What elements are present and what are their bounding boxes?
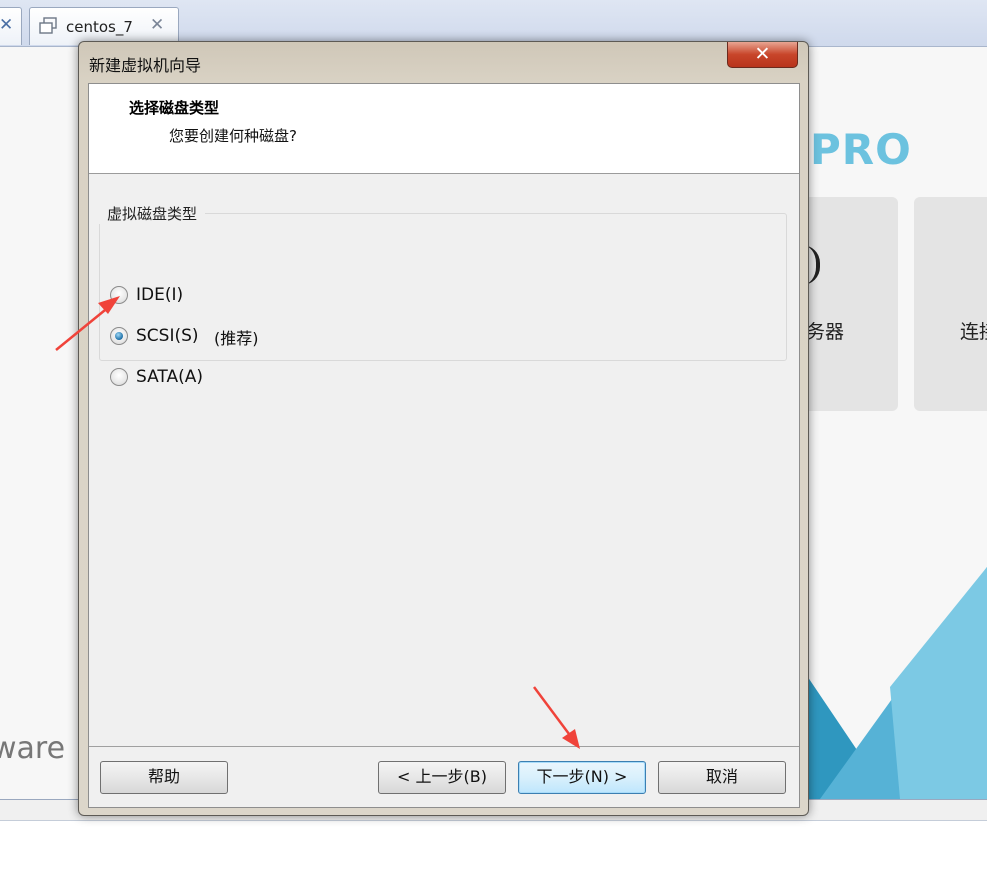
radio-label[interactable]: IDE(I) (136, 285, 183, 305)
desktop: ✕ centos_7 ✕ PRO 务器 连接 ware (0, 0, 987, 872)
page-title: 选择磁盘类型 (129, 99, 220, 117)
vm-icon (38, 17, 58, 35)
home-card-connect[interactable]: 连接 (914, 197, 987, 411)
dialog-title: 新建虚拟机向导 (89, 56, 202, 75)
home-card-label: 连接 (960, 321, 987, 343)
close-icon[interactable]: ✕ (0, 15, 13, 35)
radio-label[interactable]: SATA(A) (136, 367, 203, 387)
pro-logo: PRO (810, 125, 912, 174)
close-icon: ✕ (754, 43, 771, 65)
footer-divider (89, 746, 799, 747)
help-button[interactable]: 帮助 (100, 761, 228, 794)
radio-button[interactable] (110, 286, 128, 304)
close-button[interactable]: ✕ (727, 42, 798, 68)
app-tab-bar: ✕ centos_7 ✕ (0, 0, 987, 47)
tab-label: centos_7 (66, 18, 133, 36)
dialog-client-area: 选择磁盘类型 您要创建何种磁盘? 虚拟磁盘类型 IDE(I) SCSI(S) (… (88, 83, 800, 808)
home-card-label: 务器 (806, 321, 845, 343)
group-title: 虚拟磁盘类型 (99, 203, 206, 224)
new-vm-wizard-dialog: 新建虚拟机向导 ✕ 选择磁盘类型 您要创建何种磁盘? 虚拟磁盘类型 IDE(I)… (78, 41, 809, 816)
page-subtitle: 您要创建何种磁盘? (169, 127, 297, 145)
radio-label[interactable]: SCSI(S) (136, 326, 199, 346)
app-tab-centos[interactable]: centos_7 ✕ (29, 7, 179, 45)
recommended-note: (推荐) (214, 329, 259, 348)
cancel-button[interactable]: 取消 (658, 761, 786, 794)
radio-button-selected[interactable] (110, 327, 128, 345)
next-button[interactable]: 下一步(N) > (518, 761, 646, 794)
back-button[interactable]: < 上一步(B) (378, 761, 506, 794)
radio-button[interactable] (110, 368, 128, 386)
close-icon[interactable]: ✕ (150, 15, 164, 35)
disk-type-group (99, 213, 787, 361)
app-tab-home[interactable]: ✕ (0, 7, 22, 45)
vmware-brand: ware (0, 731, 66, 766)
wizard-header: 选择磁盘类型 您要创建何种磁盘? (89, 84, 799, 174)
